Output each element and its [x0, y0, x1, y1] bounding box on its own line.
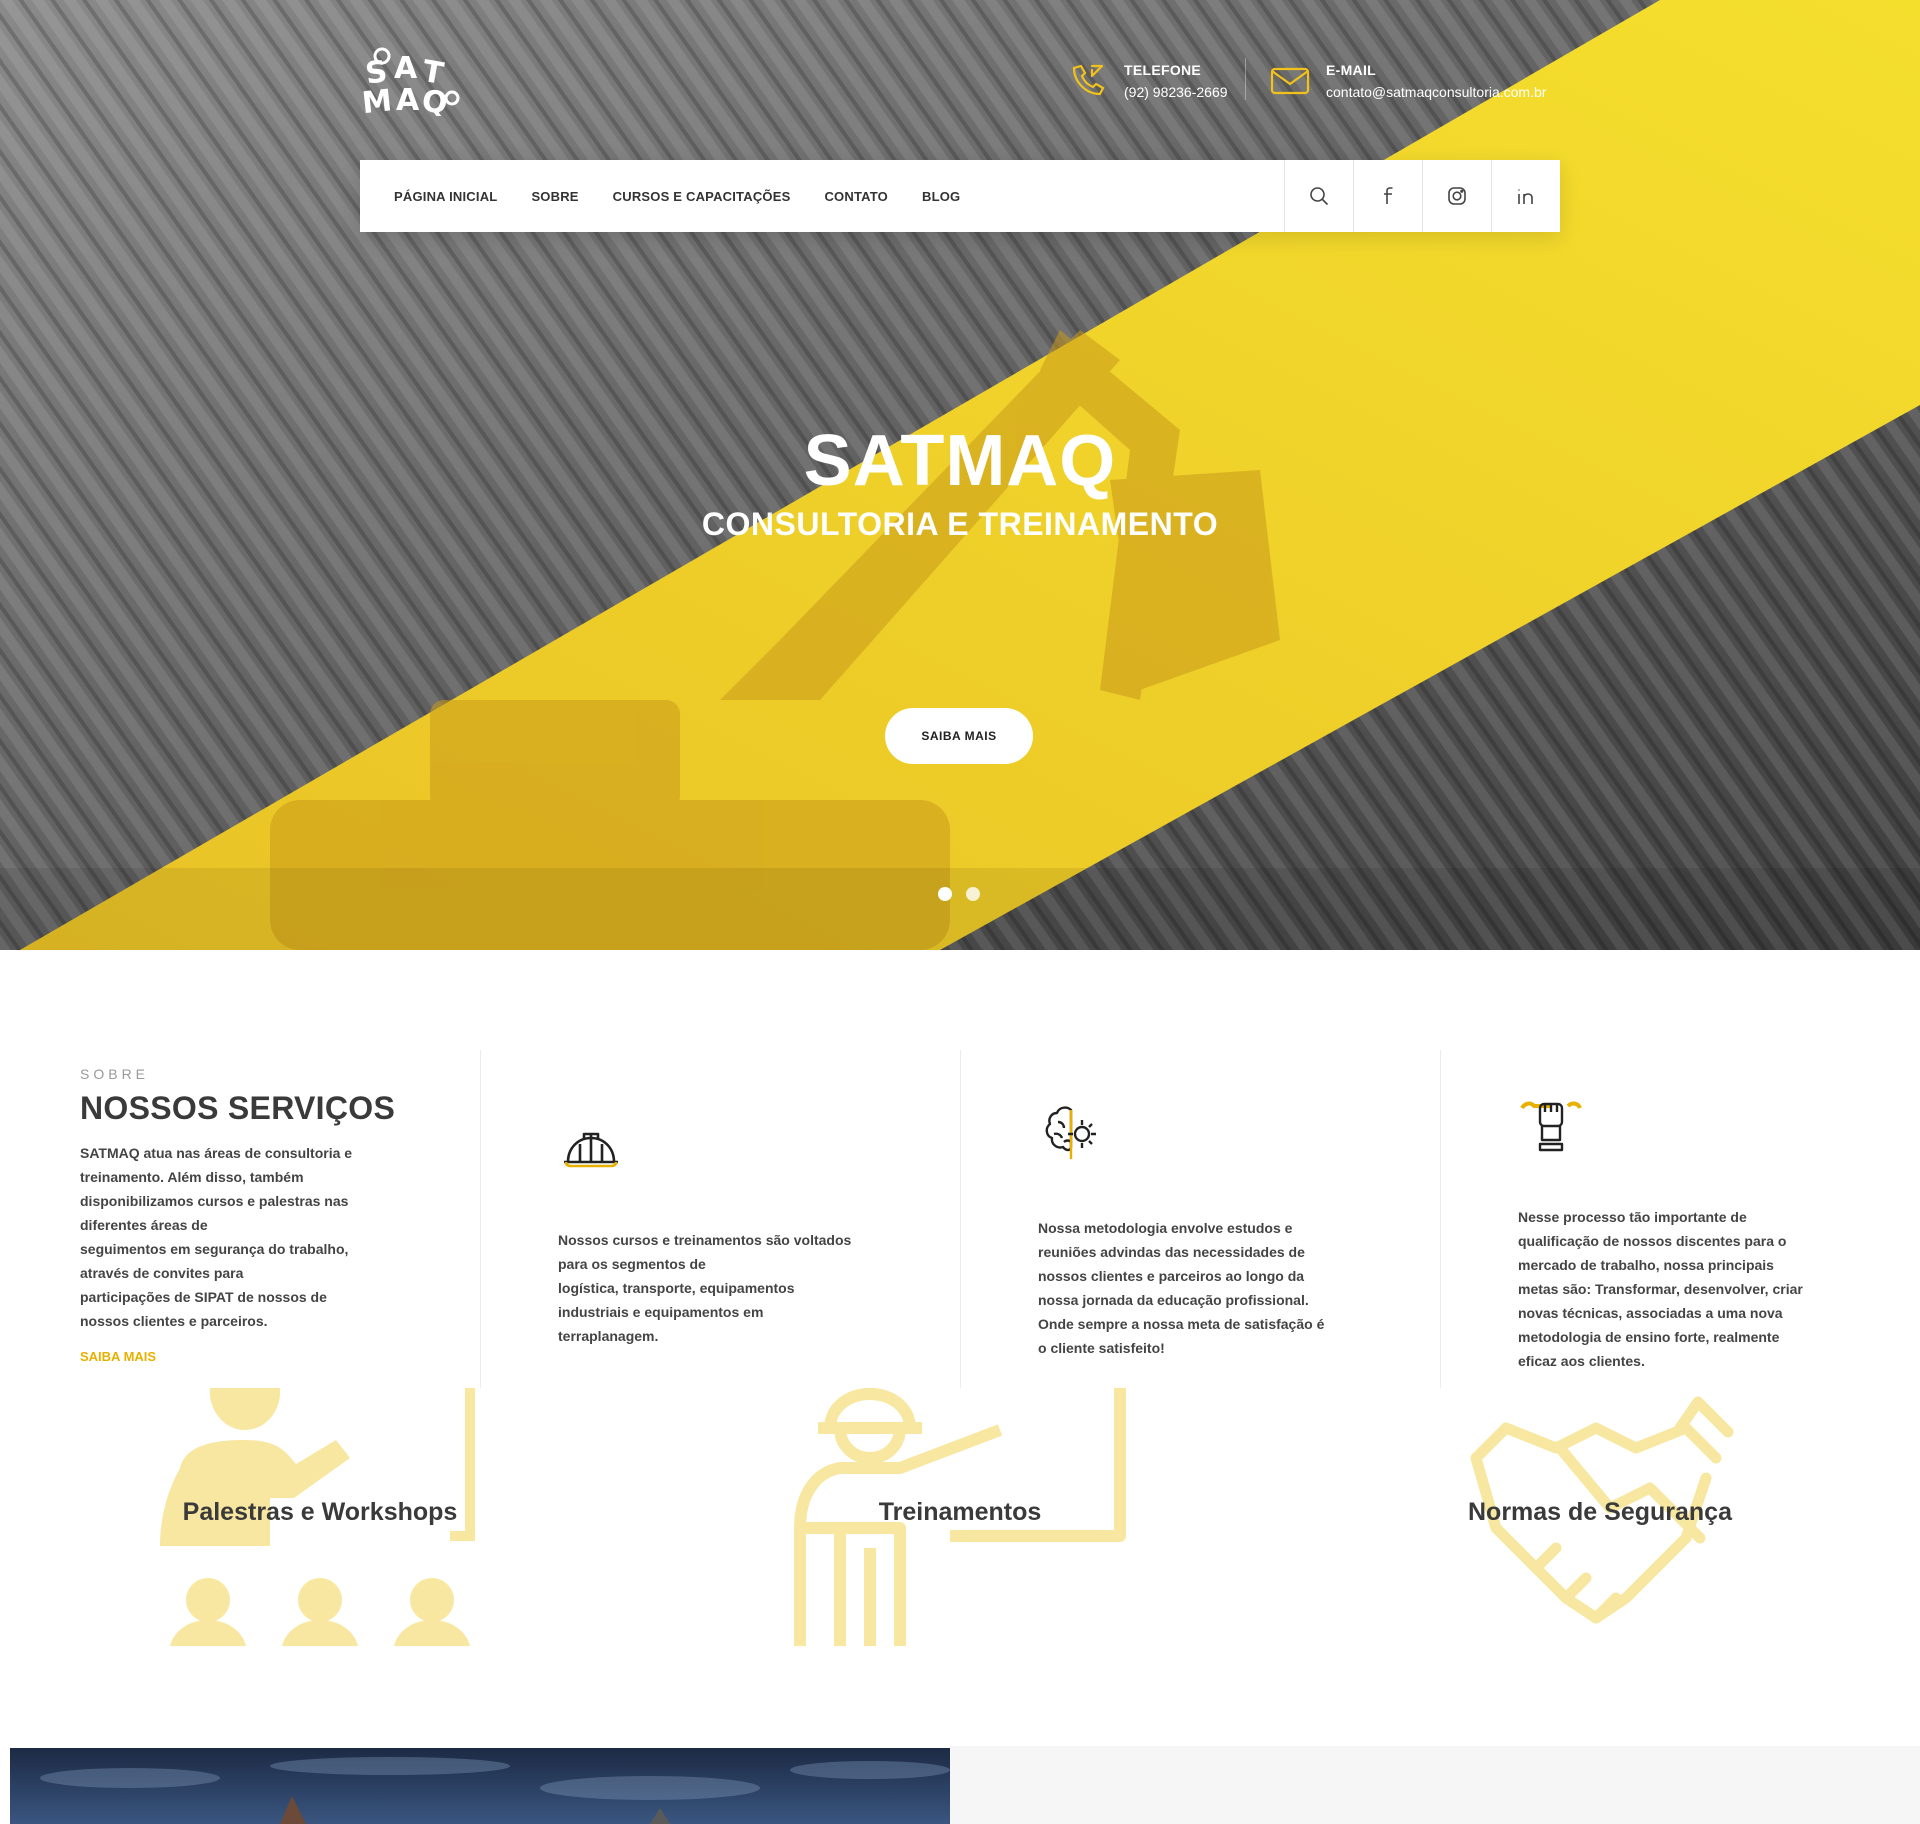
service-line: logística, transporte, equipamentos	[558, 1280, 795, 1296]
linkedin-icon[interactable]	[1491, 160, 1560, 232]
phone-icon	[1066, 58, 1110, 102]
svg-text:A: A	[396, 83, 420, 116]
nav-icons	[1284, 160, 1560, 232]
hero-subtitle: CONSULTORIA E TREINAMENTO	[701, 506, 1219, 542]
feature-label[interactable]: Palestras e Workshops	[150, 1498, 490, 1527]
hero-section: S A T M A Q TELEFONE (92) 98236-2669 E-M…	[0, 0, 1920, 950]
feature-treinamentos[interactable]: Treinamentos	[770, 1388, 1150, 1646]
main-navbar: PÁGINA INICIAL SOBRE CURSOS E CAPACITAÇÕ…	[360, 160, 1560, 232]
service-card-courses: Nossos cursos e treinamentos são voltado…	[480, 1050, 960, 1388]
svg-text:A: A	[394, 51, 418, 86]
about-line: diferentes áreas de	[80, 1217, 208, 1233]
section-title: NOSSOS SERVIÇOS	[80, 1090, 396, 1126]
about-saiba-mais-link[interactable]: SAIBA MAIS	[80, 1349, 480, 1364]
services-section: SOBRE NOSSOS SERVIÇOS SATMAQ atua nas ár…	[0, 1050, 1920, 1388]
service-line: industriais e equipamentos em	[558, 1304, 764, 1320]
feature-label[interactable]: Treinamentos	[770, 1498, 1150, 1527]
about-line: através de convites para	[80, 1265, 244, 1281]
phone-contact[interactable]: TELEFONE (92) 98236-2669	[1066, 58, 1228, 102]
service-text: Nossa metodologia envolve estudos e reun…	[1038, 1216, 1368, 1360]
service-card-methodology: Nossa metodologia envolve estudos e reun…	[960, 1050, 1440, 1388]
service-text: Nossos cursos e treinamentos são voltado…	[558, 1228, 888, 1348]
service-line: metas são: Transformar, desenvolver, cri…	[1518, 1281, 1803, 1297]
hero-saiba-mais-button[interactable]: SAIBA MAIS	[885, 708, 1033, 764]
service-line: eficaz aos clientes.	[1518, 1353, 1645, 1369]
nav-item-contato[interactable]: CONTATO	[824, 189, 888, 204]
service-line: nossa jornada da educação profissional.	[1038, 1292, 1309, 1308]
service-line: terraplanagem.	[558, 1328, 659, 1344]
email-title: E-MAIL	[1326, 62, 1377, 78]
phone-title: TELEFONE	[1124, 62, 1202, 78]
hard-hat-icon	[556, 1110, 626, 1180]
feature-label[interactable]: Normas de Segurança	[1440, 1498, 1760, 1527]
phone-value[interactable]: (92) 98236-2669	[1124, 84, 1228, 100]
instagram-icon[interactable]	[1422, 160, 1491, 232]
service-line: reuniões advindas das necessidades de	[1038, 1244, 1305, 1260]
email-value[interactable]: contato@satmaqconsultoria.com.br	[1326, 84, 1546, 100]
bottom-photo	[10, 1748, 950, 1824]
envelope-icon	[1268, 58, 1312, 102]
about-text: SATMAQ atua nas áreas de consultoria e t…	[80, 1141, 390, 1333]
about-line: disponibilizamos cursos e palestras nas	[80, 1193, 349, 1209]
feature-palestras[interactable]: Palestras e Workshops	[150, 1388, 490, 1646]
nav-item-pagina-inicial[interactable]: PÁGINA INICIAL	[394, 189, 497, 204]
about-line: participações de SIPAT de nossos de	[80, 1289, 327, 1305]
hero-title: SATMAQ	[803, 421, 1117, 501]
about-line: seguimentos em segurança do trabalho,	[80, 1241, 349, 1257]
service-line: Nossos cursos e treinamentos são voltado…	[558, 1232, 852, 1248]
service-line: Nesse processo tão importante de	[1518, 1209, 1747, 1225]
nav-links: PÁGINA INICIAL SOBRE CURSOS E CAPACITAÇÕ…	[360, 160, 1284, 232]
service-line: metodologia de ensino forte, realmente	[1518, 1329, 1780, 1345]
facebook-icon[interactable]	[1353, 160, 1422, 232]
service-line: novas técnicas, associadas a uma nova	[1518, 1305, 1783, 1321]
service-line: nossos clientes e parceiros ao longo da	[1038, 1268, 1305, 1284]
fist-wrench-icon	[1516, 1090, 1586, 1160]
about-column: SOBRE NOSSOS SERVIÇOS SATMAQ atua nas ár…	[80, 1050, 480, 1388]
section-eyebrow: SOBRE	[80, 1066, 150, 1082]
service-text: Nesse processo tão importante de qualifi…	[1518, 1205, 1848, 1373]
about-line: SATMAQ atua nas áreas de consultoria e	[80, 1145, 353, 1161]
nav-item-sobre[interactable]: SOBRE	[531, 189, 578, 204]
about-line: nossos clientes e parceiros.	[80, 1313, 268, 1329]
service-line: para os segmentos de	[558, 1256, 706, 1272]
slider-dots	[938, 887, 980, 901]
nav-item-cursos[interactable]: CURSOS E CAPACITAÇÕES	[613, 189, 791, 204]
service-line: qualificação de nossos discentes para o	[1518, 1233, 1787, 1249]
about-line: treinamento. Além disso, também	[80, 1169, 304, 1185]
service-line: mercado de trabalho, nossa principais	[1518, 1257, 1774, 1273]
bottom-gray-panel	[950, 1746, 1920, 1824]
nav-item-blog[interactable]: BLOG	[922, 189, 960, 204]
search-icon[interactable]	[1284, 160, 1353, 232]
service-card-goals: Nesse processo tão importante de qualifi…	[1440, 1050, 1920, 1388]
svg-text:M: M	[360, 83, 393, 116]
service-line: Nossa metodologia envolve estudos e	[1038, 1220, 1293, 1236]
service-line: o cliente satisfeito!	[1038, 1340, 1165, 1356]
satmaq-logo[interactable]: S A T M A Q	[360, 46, 462, 122]
contact-divider	[1245, 58, 1246, 100]
slider-dot-1[interactable]	[938, 887, 952, 901]
feature-normas[interactable]: Normas de Segurança	[1440, 1388, 1760, 1646]
email-contact[interactable]: E-MAIL contato@satmaqconsultoria.com.br	[1268, 58, 1546, 102]
service-line: Onde sempre a nossa meta de satisfação é	[1038, 1316, 1325, 1332]
slider-dot-2[interactable]	[966, 887, 980, 901]
brain-gear-icon	[1036, 1098, 1106, 1168]
